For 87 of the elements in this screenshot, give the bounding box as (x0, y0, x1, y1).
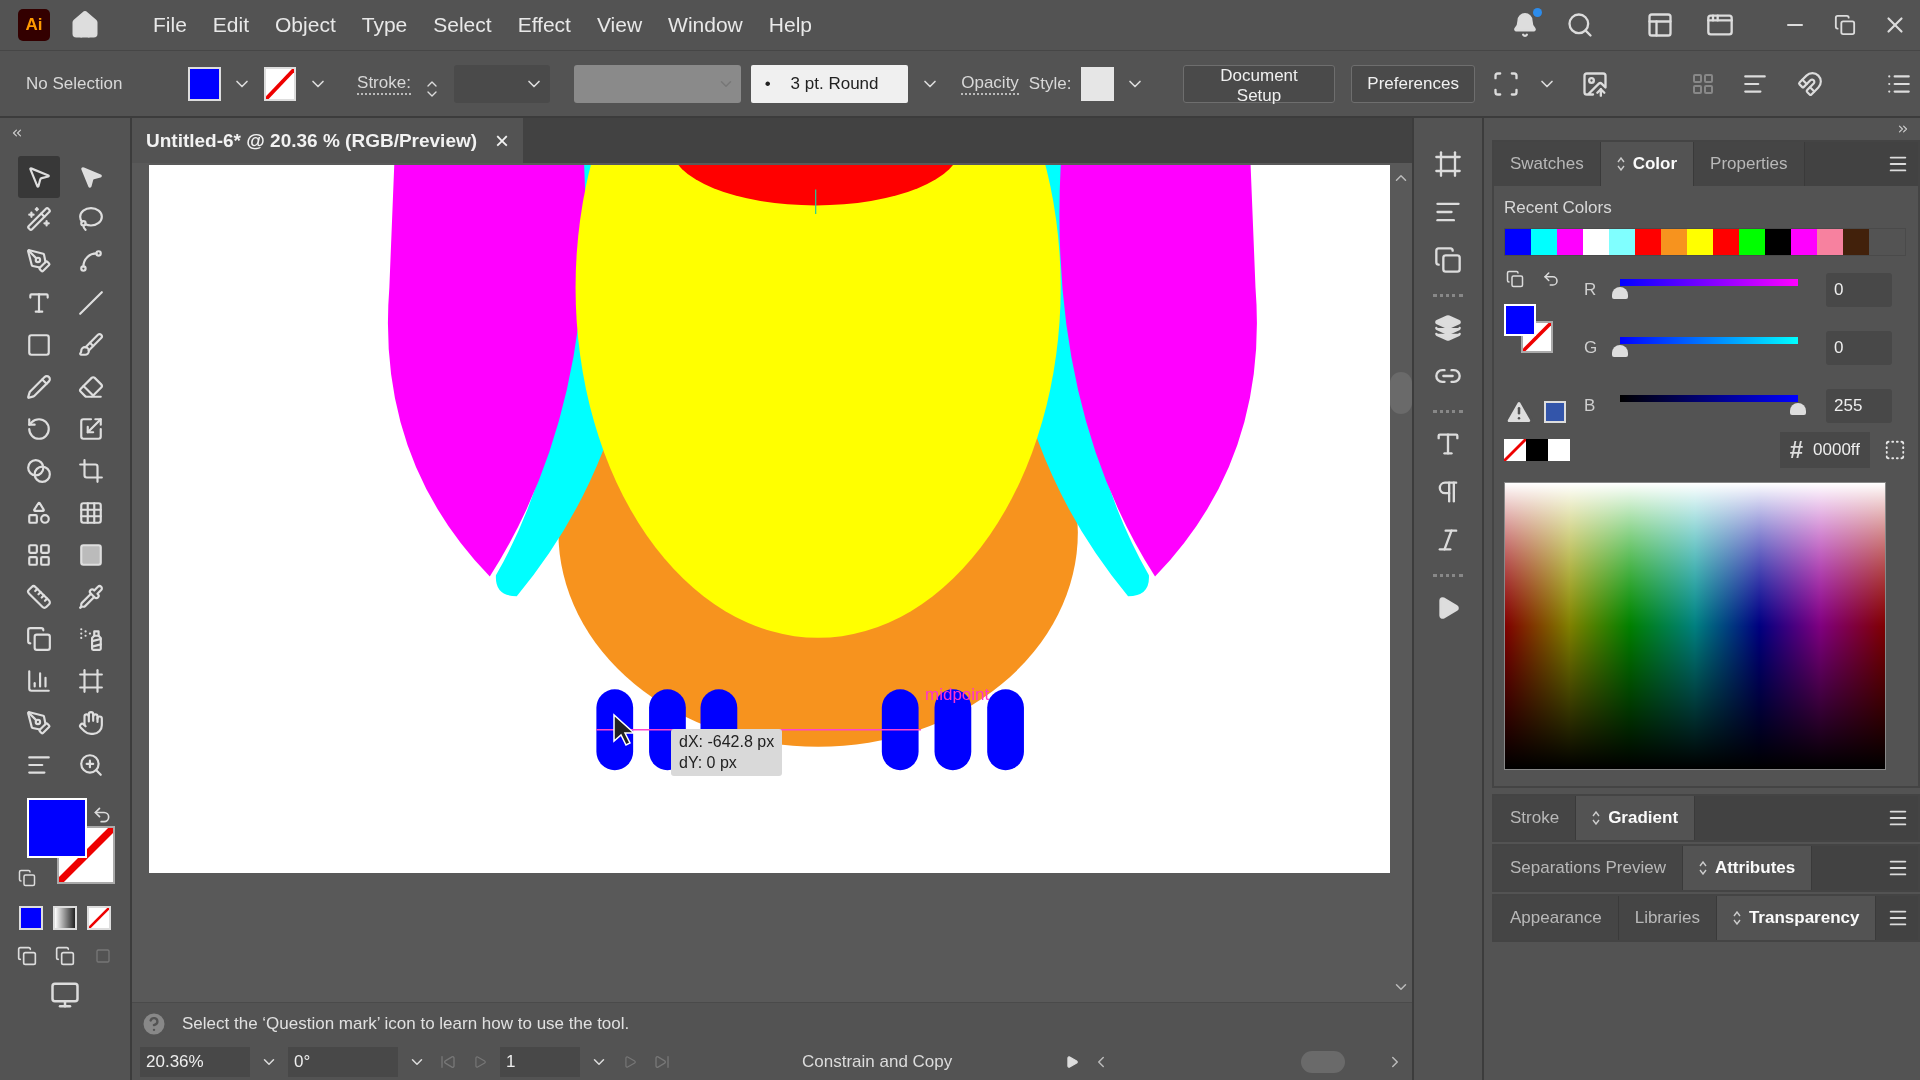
recent-color-swatch[interactable] (1843, 229, 1869, 255)
menu-item[interactable]: View (583, 9, 656, 41)
recent-color-swatch[interactable] (1583, 229, 1609, 255)
none-slash-icon (59, 828, 113, 882)
recent-color-swatch[interactable] (1635, 229, 1661, 255)
recent-color-swatch[interactable] (1817, 229, 1843, 255)
panel-tab[interactable]: Attributes (1682, 846, 1813, 890)
selection-tool-icon[interactable] (18, 156, 60, 198)
style-label: Style: (1028, 73, 1072, 94)
selection-status: No Selection (26, 73, 124, 94)
channel-value-field[interactable]: 255 (1826, 389, 1892, 423)
hex-field[interactable]: # 0000ff (1779, 432, 1870, 468)
copy-color-icon[interactable] (1884, 439, 1906, 461)
preset-swatch[interactable] (1526, 439, 1548, 461)
recent-color-swatch[interactable] (1505, 229, 1531, 255)
menu-item[interactable]: Object (262, 9, 349, 41)
slider-thumb[interactable] (1612, 287, 1628, 299)
tooltip-text: dX: -642.8 px (679, 733, 775, 751)
slider-thumb[interactable] (1790, 403, 1806, 415)
fill-stroke-swatches[interactable] (1504, 304, 1553, 353)
color-mode-swatch[interactable] (19, 906, 43, 930)
recent-colors-label: Recent Colors (1504, 198, 1613, 218)
menu-item[interactable]: Type (348, 9, 421, 41)
channel-label: G (1584, 338, 1599, 358)
variable-width-field[interactable] (573, 64, 741, 103)
style-swatch[interactable] (1081, 66, 1114, 101)
menu-item[interactable]: Help (755, 9, 825, 41)
app-logo: Ai (18, 9, 50, 41)
brush-definition-field[interactable]: • 3 pt. Round (750, 64, 909, 103)
expand-icon[interactable] (1896, 122, 1910, 136)
recent-color-swatch[interactable] (1531, 229, 1557, 255)
slider-thumb[interactable] (1612, 345, 1628, 357)
sort-arrows-icon (1616, 157, 1625, 171)
channel-value-field[interactable]: 0 (1826, 273, 1892, 307)
color-spectrum[interactable] (1504, 482, 1886, 770)
document-tab[interactable]: Untitled-6* @ 20.36 % (RGB/Preview) × (132, 118, 524, 163)
close-tab-button[interactable]: × (495, 126, 510, 155)
menu-item[interactable]: Edit (199, 9, 263, 41)
none-slash-icon (89, 908, 109, 928)
recent-color-swatch[interactable] (1557, 229, 1583, 255)
tooltip-text: dY: 0 px (679, 754, 738, 772)
gradient-mode-swatch[interactable] (53, 906, 77, 930)
recent-color-swatch[interactable] (1687, 229, 1713, 255)
document-title: Untitled-6* @ 20.36 % (RGB/Preview) (146, 129, 478, 152)
current-tool-label: Constrain and Copy (802, 1052, 954, 1072)
recent-color-swatch[interactable] (1609, 229, 1635, 255)
none-slash-icon (1523, 323, 1551, 351)
preset-swatch[interactable] (1548, 439, 1570, 461)
gamut-color-swatch[interactable] (1544, 401, 1566, 423)
toolbar-button[interactable]: Preferences (1351, 64, 1475, 103)
panel-tab[interactable]: Gradient (1576, 796, 1696, 840)
panel-tab[interactable]: Transparency (1716, 896, 1877, 940)
channel-label: R (1584, 280, 1598, 300)
collapse-icon[interactable] (10, 126, 24, 140)
stroke-weight-field[interactable] (453, 64, 550, 103)
menu-item[interactable]: File (140, 9, 200, 41)
none-slash-icon (1504, 439, 1526, 461)
toolbar-button[interactable]: Document Setup (1182, 64, 1336, 103)
opacity-label[interactable]: Opacity (961, 72, 1019, 95)
zoom-field[interactable]: 20.36% (140, 1047, 250, 1077)
artboard-field[interactable]: 1 (500, 1047, 580, 1077)
fill-stroke-swatches[interactable] (27, 798, 117, 886)
rotation-field[interactable]: 0° (288, 1047, 398, 1077)
stroke-swatch[interactable] (263, 66, 297, 101)
recent-color-swatch[interactable] (1661, 229, 1687, 255)
stroke-label[interactable]: Stroke: (357, 72, 411, 95)
none-swatch[interactable] (1504, 439, 1526, 461)
sort-arrows-icon (1592, 811, 1601, 825)
panel-tab[interactable]: Color (1600, 142, 1695, 186)
default-colors-icon[interactable] (1504, 268, 1526, 290)
none-mode-swatch[interactable] (87, 906, 111, 930)
recent-color-swatch[interactable] (1739, 229, 1765, 255)
sort-arrows-icon (1698, 861, 1707, 875)
hint-text: Select the ‘Question mark’ icon to learn how to use the tool. (182, 1013, 630, 1034)
recent-color-swatch[interactable] (1713, 229, 1739, 255)
menu-item[interactable]: Select (420, 9, 505, 41)
sort-arrows-icon (1732, 911, 1741, 925)
channel-value-field[interactable]: 0 (1826, 331, 1892, 365)
menu-item[interactable]: Window (655, 9, 756, 41)
recent-color-swatch[interactable] (1791, 229, 1817, 255)
scrollbar-thumb[interactable] (1390, 371, 1412, 414)
cursor-icon (612, 713, 636, 747)
recent-color-swatch[interactable] (1765, 229, 1791, 255)
none-slash-icon (265, 68, 295, 99)
channel-label: B (1584, 396, 1597, 416)
menu-item[interactable]: Effect (504, 9, 584, 41)
fill-swatch[interactable] (188, 66, 221, 101)
